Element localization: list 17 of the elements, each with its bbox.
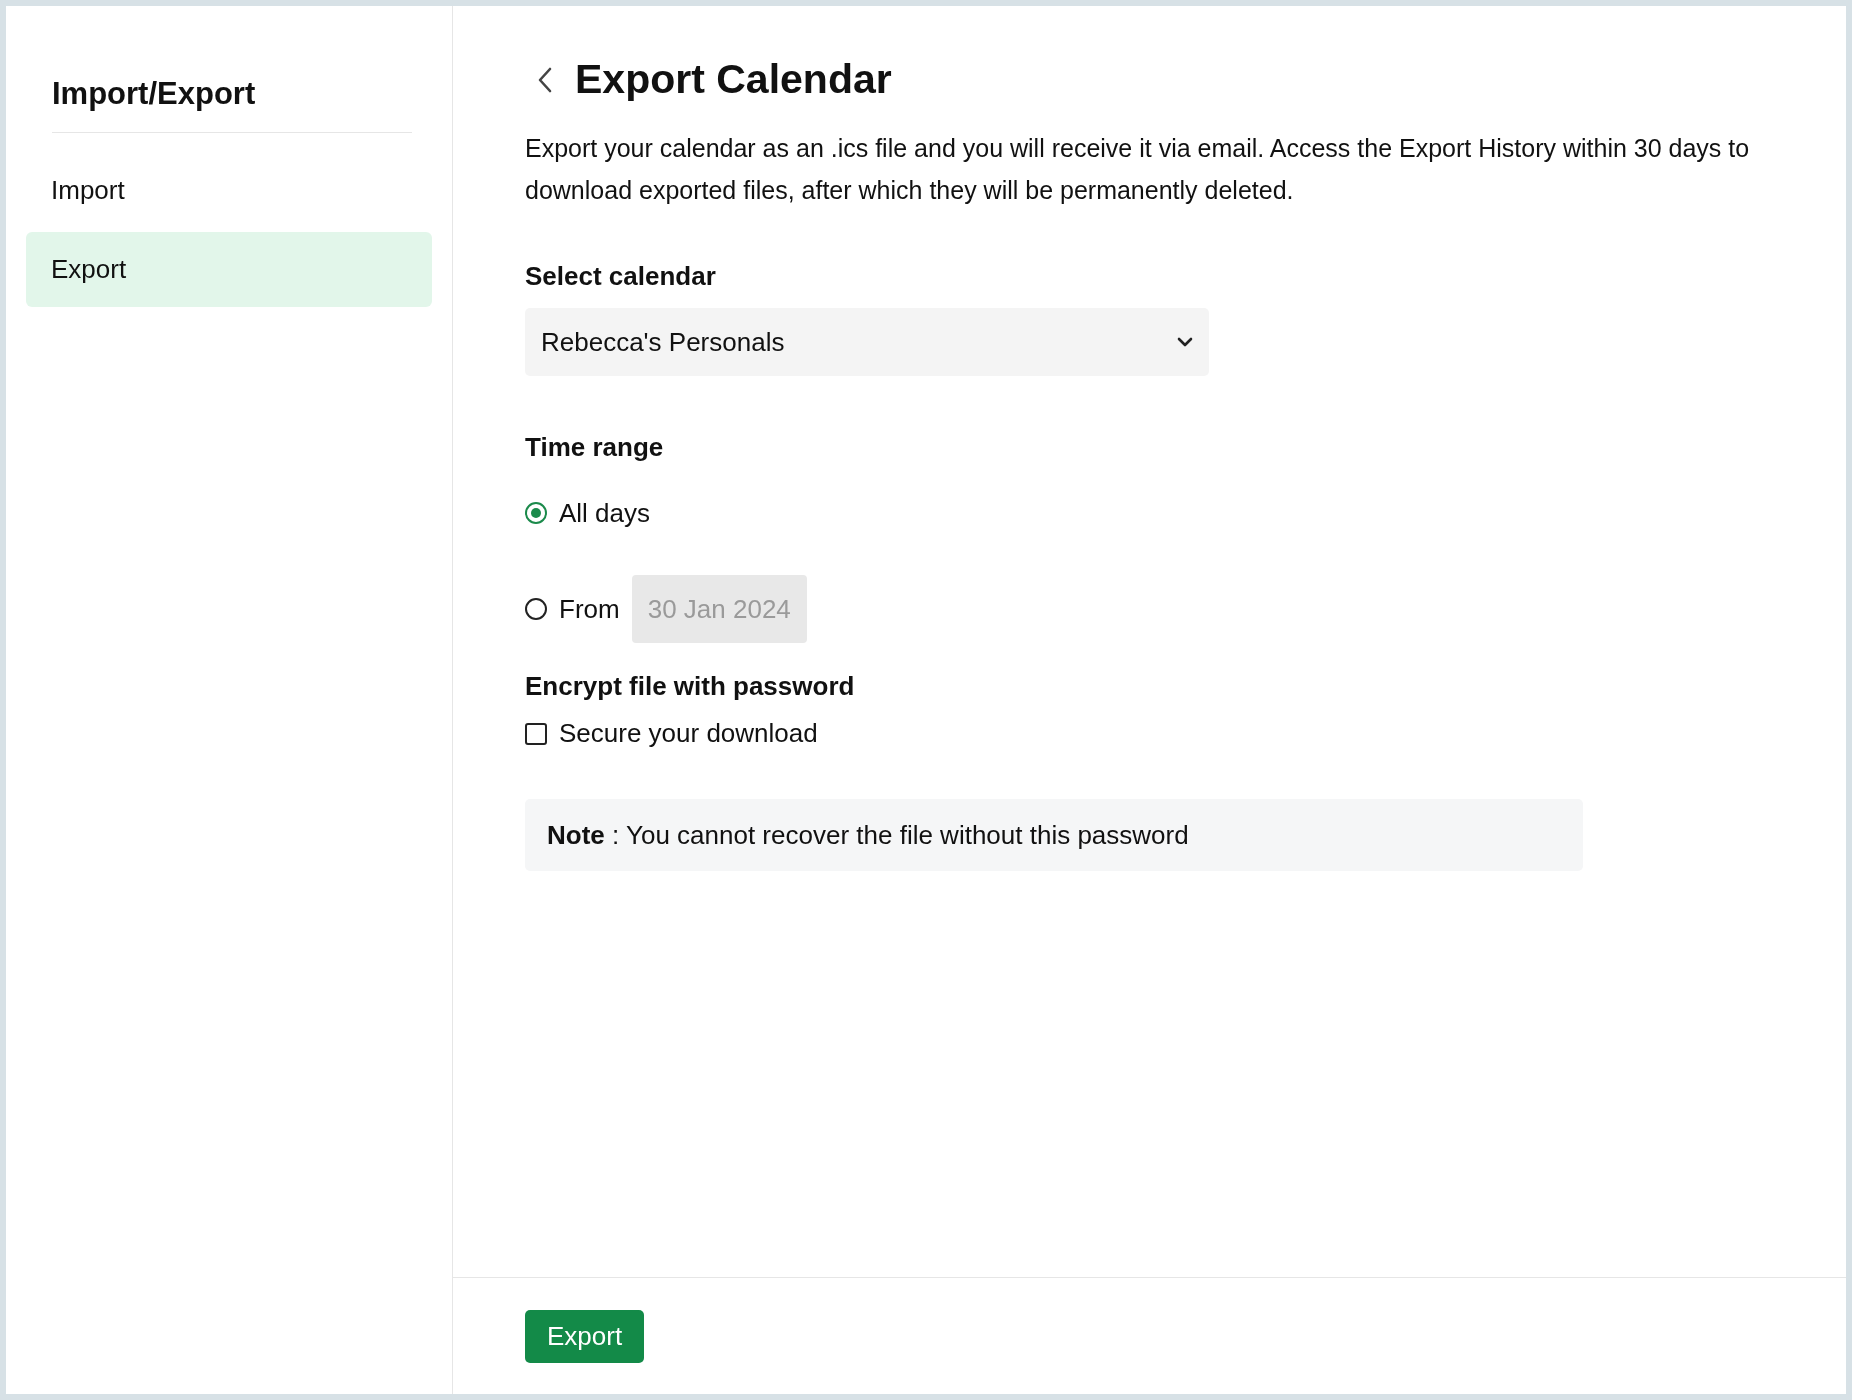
sidebar-title: Import/Export: [52, 76, 257, 112]
sidebar-item[interactable]: Export: [26, 232, 432, 307]
field-label: Encrypt file with password: [525, 671, 856, 702]
checkbox[interactable]: [525, 722, 547, 745]
note-text: Note : You cannot recover the file without this password: [525, 799, 1583, 871]
field-label: Select calendar: [525, 261, 717, 292]
sidebar-item[interactable]: Import: [26, 153, 432, 228]
export-button[interactable]: Export: [525, 1309, 645, 1363]
chevron-down-icon: [1177, 337, 1193, 347]
description-text: Export your calendar as an .ics file and you will receive it via email. Access the Export History within 30 days to download exported files, after which they will be permanently deleted.: [525, 133, 1751, 206]
back-icon[interactable]: [537, 65, 553, 94]
checkbox-label[interactable]: Secure your download: [559, 718, 818, 749]
radio-button[interactable]: [525, 502, 547, 524]
option-label[interactable]: All days: [559, 497, 651, 529]
page-title: Export Calendar: [575, 56, 892, 103]
calendar-dropdown[interactable]: Rebecca's Personals: [525, 308, 1209, 376]
field-label: Time range: [525, 432, 665, 463]
